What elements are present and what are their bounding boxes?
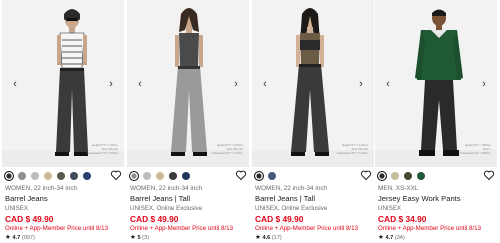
product-price: CAD $ 49.90 <box>5 214 54 224</box>
product-price: CAD $ 34.90 <box>378 214 427 224</box>
star-icon: ★ <box>255 234 261 241</box>
color-swatch[interactable] <box>377 171 387 181</box>
color-swatch[interactable] <box>391 172 399 180</box>
rating-value: 5 <box>137 235 141 241</box>
promo-text: Online + App-Member Price until 8/13 <box>130 225 234 232</box>
product-photo[interactable]: ‹ › Height 5'7" / 170cm Size 28 inch Out… <box>2 0 124 167</box>
product-category: UNISEX, Online Exclusive <box>255 205 328 212</box>
color-swatch[interactable] <box>417 172 425 180</box>
color-swatch[interactable] <box>83 172 91 180</box>
review-count: (997) <box>21 235 35 241</box>
product-meta: WOMEN, 22 inch-34 inch <box>130 185 203 192</box>
product-name[interactable]: Barrel Jeans | Tall <box>255 194 315 203</box>
review-count: (3) <box>142 235 150 241</box>
color-swatch[interactable] <box>57 172 65 180</box>
color-swatch[interactable] <box>44 172 52 180</box>
rating-value: 4.7 <box>12 235 21 241</box>
star-icon: ★ <box>378 234 384 241</box>
product-name[interactable]: Barrel Jeans <box>5 194 48 203</box>
color-swatch[interactable] <box>31 172 39 180</box>
promo-text: Online + App-Member Price until 8/13 <box>255 225 359 232</box>
color-swatch[interactable] <box>169 172 177 180</box>
model-size-note: Height 6'1" / 185cm Size L Outerwear 6'1… <box>459 143 491 155</box>
color-swatches <box>4 171 96 181</box>
product-card[interactable]: ‹ › Height 5'7" / 170cm Size 28 inch Out… <box>2 0 124 243</box>
product-photo[interactable]: ‹ › Height 5'7" / 170cm Size 28 inch Out… <box>127 0 249 167</box>
model-size-note: Height 5'7" / 170cm Size 28 inch Outerwe… <box>86 143 118 155</box>
rating: ★ 5 (3) <box>130 234 149 242</box>
model-size-note: Height 5'7" / 170cm Size 28 inch Outerwe… <box>211 143 243 155</box>
review-count: (34) <box>394 235 405 241</box>
rating: ★ 4.6 (17) <box>255 234 282 242</box>
color-swatches <box>254 171 281 181</box>
rating: ★ 4.7 (997) <box>5 234 35 242</box>
product-meta: WOMEN, 22 inch-34 inch <box>255 185 328 192</box>
product-card[interactable]: ‹ › Height 5'7" / 170cm Size 28 inch Out… <box>127 0 249 243</box>
rating: ★ 4.7 (34) <box>378 234 405 242</box>
chevron-right-icon[interactable]: › <box>231 79 241 90</box>
product-category: UNISEX <box>5 205 29 212</box>
heart-icon[interactable] <box>110 169 122 181</box>
color-swatch[interactable] <box>156 172 164 180</box>
review-count: (17) <box>271 235 282 241</box>
product-meta: WOMEN, 22 inch-34 inch <box>5 185 78 192</box>
star-icon: ★ <box>5 234 11 241</box>
chevron-left-icon[interactable]: ‹ <box>383 79 393 90</box>
product-name[interactable]: Barrel Jeans | Tall <box>130 194 190 203</box>
color-swatch[interactable] <box>70 172 78 180</box>
chevron-right-icon[interactable]: › <box>356 79 366 90</box>
color-swatch[interactable] <box>268 172 276 180</box>
model-size-note: Height 5'7" / 170cm Size 28 inch Outerwe… <box>336 143 368 155</box>
color-swatches <box>129 171 195 181</box>
product-grid: ‹ › Height 5'7" / 170cm Size 28 inch Out… <box>0 0 500 243</box>
color-swatch[interactable] <box>254 171 264 181</box>
product-photo[interactable]: ‹ › Height 5'7" / 170cm Size 28 inch Out… <box>252 0 374 167</box>
chevron-right-icon[interactable]: › <box>106 79 116 90</box>
chevron-left-icon[interactable]: ‹ <box>260 79 270 90</box>
color-swatch[interactable] <box>18 172 26 180</box>
product-card[interactable]: ‹ › Height 5'7" / 170cm Size 28 inch Out… <box>252 0 374 243</box>
star-icon: ★ <box>130 234 136 241</box>
rating-value: 4.7 <box>385 235 394 241</box>
chevron-left-icon[interactable]: ‹ <box>135 79 145 90</box>
promo-text: Online + App-Member Price until 8/13 <box>378 225 482 232</box>
color-swatches <box>377 171 430 181</box>
product-photo[interactable]: ‹ › Height 6'1" / 185cm Size L Outerwear… <box>375 0 497 167</box>
color-swatch[interactable] <box>129 171 139 181</box>
heart-icon[interactable] <box>235 169 247 181</box>
heart-icon[interactable] <box>483 169 495 181</box>
product-meta: MEN, XS-XXL <box>378 185 419 192</box>
color-swatch[interactable] <box>182 172 190 180</box>
promo-text: Online + App-Member Price until 8/13 <box>5 225 109 232</box>
product-category: UNISEX, Online Exclusive <box>130 205 203 212</box>
heart-icon[interactable] <box>360 169 372 181</box>
product-name[interactable]: Jersey Easy Work Pants <box>378 194 461 203</box>
color-swatch[interactable] <box>143 172 151 180</box>
product-price: CAD $ 49.90 <box>255 214 304 224</box>
chevron-right-icon[interactable]: › <box>479 79 489 90</box>
product-category: UNISEX <box>378 205 402 212</box>
product-card[interactable]: ‹ › Height 6'1" / 185cm Size L Outerwear… <box>375 0 497 243</box>
product-price: CAD $ 49.90 <box>130 214 179 224</box>
color-swatch[interactable] <box>404 172 412 180</box>
chevron-left-icon[interactable]: ‹ <box>10 79 20 90</box>
rating-value: 4.6 <box>262 235 271 241</box>
color-swatch[interactable] <box>4 171 14 181</box>
